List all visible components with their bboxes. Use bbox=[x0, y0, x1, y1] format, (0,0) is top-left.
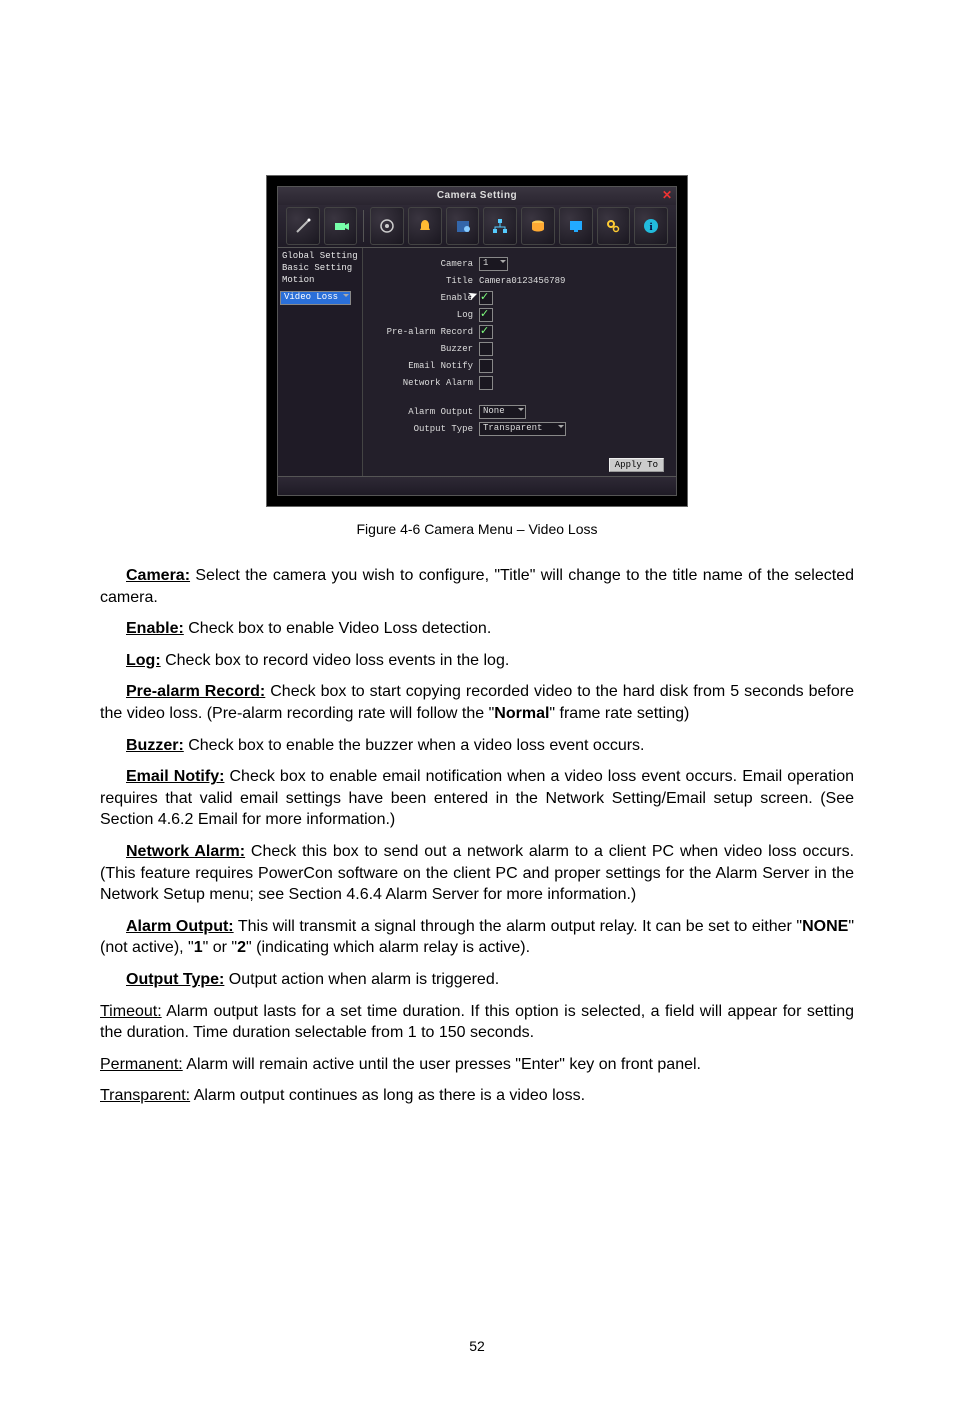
toolbar: i bbox=[278, 205, 676, 248]
figure-caption: Figure 4-6 Camera Menu – Video Loss bbox=[100, 521, 854, 537]
buzzer-field-label: Buzzer: bbox=[126, 737, 184, 754]
alarmout-1: 1 bbox=[194, 939, 203, 956]
permanent-enter: Enter bbox=[521, 1056, 559, 1073]
log-field-text: Check box to record video loss events in… bbox=[161, 652, 510, 669]
title-value: Camera0123456789 bbox=[479, 276, 565, 286]
alarmout-select[interactable]: None bbox=[479, 405, 526, 419]
alarmout-2: 2 bbox=[237, 939, 246, 956]
outtype-select[interactable]: Transparent bbox=[479, 422, 566, 436]
tool-disk-icon[interactable] bbox=[521, 207, 555, 245]
window-footer bbox=[278, 476, 676, 495]
apply-to-button[interactable]: Apply To bbox=[609, 458, 664, 472]
enable-field-label: Enable: bbox=[126, 620, 184, 637]
tool-bell-icon[interactable] bbox=[408, 207, 442, 245]
prealarm-normal: Normal bbox=[494, 705, 549, 722]
timeout-text: Alarm output lasts for a set time durati… bbox=[100, 1003, 854, 1042]
tool-camera-icon[interactable] bbox=[324, 207, 358, 245]
sidebar-item-global[interactable]: Global Setting bbox=[280, 250, 360, 262]
tool-wand-icon[interactable] bbox=[286, 207, 320, 245]
settings-form: ➤ Camera1 TitleCamera0123456789 Enable L… bbox=[363, 248, 676, 488]
outtype-field-label: Output Type: bbox=[126, 971, 224, 988]
sidebar-item-basic[interactable]: Basic Setting bbox=[280, 262, 360, 274]
transparent-text: Alarm output continues as long as there … bbox=[190, 1087, 585, 1104]
tool-network-icon[interactable] bbox=[483, 207, 517, 245]
transparent-label: Transparent: bbox=[100, 1087, 190, 1104]
alarmout-text-g: " (indicating which alarm relay is activ… bbox=[246, 939, 530, 956]
outtype-label: Output Type bbox=[373, 424, 479, 434]
sidebar-item-motion[interactable]: Motion bbox=[280, 274, 360, 286]
alarmout-text-e: " or " bbox=[203, 939, 237, 956]
email-field-label: Email Notify: bbox=[126, 768, 224, 785]
netalarm-label: Network Alarm bbox=[373, 378, 479, 388]
outtype-field-text: Output action when alarm is triggered. bbox=[224, 971, 499, 988]
alarmout-label: Alarm Output bbox=[373, 407, 479, 417]
permanent-label: Permanent: bbox=[100, 1056, 183, 1073]
svg-text:i: i bbox=[650, 221, 653, 233]
permanent-text-a: Alarm will remain active until the user … bbox=[183, 1056, 521, 1073]
settings-sidebar: Global Setting Basic Setting Motion Vide… bbox=[278, 248, 363, 488]
sidebar-item-videoloss[interactable]: Video Loss bbox=[280, 291, 351, 305]
tool-gears-icon[interactable] bbox=[597, 207, 631, 245]
log-label: Log bbox=[373, 310, 479, 320]
camera-setting-screenshot: Camera Setting ✕ i Global Setting Bas bbox=[266, 175, 688, 507]
camera-field-label: Camera: bbox=[126, 567, 190, 584]
prealarm-label: Pre-alarm Record bbox=[373, 327, 479, 337]
tool-display-icon[interactable] bbox=[559, 207, 593, 245]
close-icon[interactable]: ✕ bbox=[660, 188, 674, 202]
timeout-label: Timeout: bbox=[100, 1003, 162, 1020]
netalarm-checkbox[interactable] bbox=[479, 376, 493, 390]
camera-label: Camera bbox=[373, 259, 479, 269]
permanent-text-c: " key on front panel. bbox=[559, 1056, 701, 1073]
tool-record-icon[interactable] bbox=[370, 207, 404, 245]
page-number: 52 bbox=[0, 1338, 954, 1354]
buzzer-field-text: Check box to enable the buzzer when a vi… bbox=[184, 737, 645, 754]
buzzer-label: Buzzer bbox=[373, 344, 479, 354]
window-title: Camera Setting bbox=[278, 187, 676, 205]
window-titlebar: Camera Setting ✕ bbox=[278, 187, 676, 205]
prealarm-checkbox[interactable] bbox=[479, 325, 493, 339]
log-checkbox[interactable] bbox=[479, 308, 493, 322]
tool-schedule-icon[interactable] bbox=[446, 207, 480, 245]
alarmout-field-label: Alarm Output: bbox=[126, 918, 234, 935]
tool-info-icon[interactable]: i bbox=[634, 207, 668, 245]
prealarm-field-label: Pre-alarm Record: bbox=[126, 683, 265, 700]
document-body: Camera: Select the camera you wish to co… bbox=[100, 565, 854, 1107]
alarmout-none: NONE bbox=[802, 918, 848, 935]
camera-select[interactable]: 1 bbox=[479, 257, 508, 271]
camera-field-text: Select the camera you wish to configure,… bbox=[100, 567, 854, 606]
alarmout-text-a: This will transmit a signal through the … bbox=[234, 918, 802, 935]
email-label: Email Notify bbox=[373, 361, 479, 371]
buzzer-checkbox[interactable] bbox=[479, 342, 493, 356]
title-label: Title bbox=[373, 276, 479, 286]
log-field-label: Log: bbox=[126, 652, 161, 669]
prealarm-field-text-c: " frame rate setting) bbox=[549, 705, 689, 722]
email-checkbox[interactable] bbox=[479, 359, 493, 373]
netalarm-field-label: Network Alarm: bbox=[126, 843, 245, 860]
enable-checkbox[interactable] bbox=[479, 291, 493, 305]
enable-label: Enable bbox=[373, 293, 479, 303]
enable-field-text: Check box to enable Video Loss detection… bbox=[184, 620, 491, 637]
